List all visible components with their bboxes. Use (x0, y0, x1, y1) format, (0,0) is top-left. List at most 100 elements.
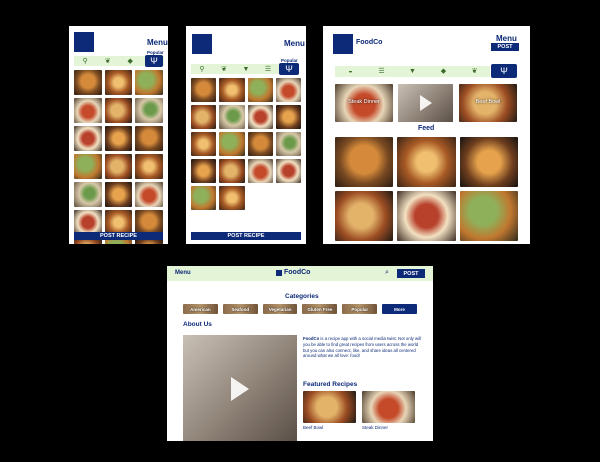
recipe-tile[interactable] (74, 182, 102, 207)
phone-mockup: Menu Popular ⚲ ❦ ◆ ▼ Ψ POST RECIPE (69, 26, 168, 244)
recipe-tile[interactable] (135, 98, 163, 123)
recipe-tile[interactable] (135, 126, 163, 151)
utensils-icon[interactable]: Ψ (279, 63, 299, 75)
category-bar: ⚲ ❦ ▼ ☰ (191, 64, 279, 74)
recipe-grid (74, 70, 163, 244)
recipe-tile[interactable] (135, 70, 163, 95)
recipe-tile[interactable] (104, 182, 133, 207)
about-video[interactable] (183, 335, 297, 441)
feed-tile[interactable] (397, 191, 456, 241)
recipe-tile[interactable] (219, 105, 245, 129)
category-chip[interactable]: Seafood (222, 304, 258, 314)
recipe-tile[interactable] (104, 126, 133, 151)
recipe-tile[interactable] (275, 159, 301, 183)
featured-label: Beef Bowl (303, 425, 324, 430)
about-body: is a recipe app with a social media twis… (303, 336, 421, 359)
featured-beef-bowl[interactable] (303, 391, 356, 423)
recipe-tile[interactable] (104, 70, 133, 95)
featured-label: Beef Bowl (475, 99, 501, 105)
post-button[interactable]: POST (397, 269, 425, 278)
video-thumbnail[interactable] (398, 84, 453, 122)
recipe-tile[interactable] (247, 78, 273, 102)
menu-button[interactable]: Menu (284, 39, 305, 48)
category-chip[interactable]: Vegetarian (262, 304, 298, 314)
recipe-tile[interactable] (275, 105, 301, 129)
feed-title: Feed (418, 125, 435, 132)
menu-button[interactable]: Menu (175, 270, 191, 276)
search-icon[interactable]: ⌕ (385, 269, 389, 277)
recipe-tile[interactable] (219, 132, 245, 156)
menu-button[interactable]: Menu (496, 34, 517, 43)
fish-icon[interactable]: ◆ (439, 67, 448, 76)
featured-steak-dinner[interactable] (362, 391, 415, 423)
recipe-tile[interactable] (219, 159, 245, 183)
play-icon[interactable] (231, 377, 249, 401)
more-button[interactable]: More (382, 304, 417, 314)
logo[interactable] (74, 32, 94, 52)
bike-icon[interactable]: ⚲ (198, 65, 207, 74)
brand-name: FoodCo (284, 269, 311, 276)
recipe-tile[interactable] (275, 78, 301, 102)
recipe-tile[interactable] (104, 154, 133, 179)
leaf-icon[interactable]: ❦ (470, 67, 479, 76)
feed-tile[interactable] (335, 137, 394, 187)
utensils-icon[interactable]: Ψ (145, 55, 163, 67)
burger-icon[interactable]: ☰ (377, 67, 386, 76)
play-icon[interactable] (420, 95, 432, 111)
brand-name: FoodCo (356, 39, 383, 46)
recipe-tile[interactable] (247, 105, 273, 129)
recipe-tile[interactable] (135, 154, 163, 179)
about-text: FoodCo is a recipe app with a social med… (303, 336, 421, 359)
category-chip[interactable]: Gluten Free (302, 304, 338, 314)
carrot-icon[interactable]: ▼ (408, 67, 417, 76)
recipe-tile[interactable] (247, 132, 273, 156)
logo[interactable] (333, 34, 353, 54)
recipe-tile[interactable] (219, 186, 245, 210)
bike-icon[interactable]: ⚲ (81, 57, 90, 66)
post-recipe-button[interactable]: POST RECIPE (191, 232, 301, 240)
recipe-tile[interactable] (219, 78, 245, 102)
recipe-grid (191, 78, 301, 213)
desktop-mockup: Menu FoodCo ⌕ POST Categories American S… (167, 266, 433, 441)
category-chip[interactable]: American (183, 304, 218, 314)
feed-tile[interactable] (335, 191, 394, 241)
recipe-tile[interactable] (74, 154, 102, 179)
feed-tile[interactable] (397, 137, 456, 187)
about-brand: FoodCo (303, 336, 320, 341)
recipe-tile[interactable] (191, 132, 217, 156)
post-button[interactable]: POST (491, 43, 519, 51)
recipe-tile[interactable] (247, 159, 273, 183)
logo[interactable] (276, 270, 282, 276)
recipe-tile[interactable] (275, 132, 301, 156)
feed-tile[interactable] (459, 191, 518, 241)
leaf-icon[interactable]: ❦ (220, 65, 229, 74)
carrot-icon[interactable]: ▼ (242, 65, 251, 74)
logo[interactable] (192, 34, 212, 54)
recipe-tile[interactable] (191, 159, 217, 183)
feed-tile[interactable] (459, 137, 518, 187)
leaf-icon[interactable]: ❦ (103, 57, 112, 66)
recipe-tile[interactable] (104, 98, 133, 123)
tablet-medium-mockup: Menu Popular ⚲ ❦ ▼ ☰ Ψ POST RECIPE (186, 26, 306, 244)
recipe-tile[interactable] (74, 126, 102, 151)
recipe-tile[interactable] (74, 70, 102, 95)
recipe-tile[interactable] (135, 182, 163, 207)
bowl-icon[interactable]: ◒ (346, 67, 355, 76)
featured-label: Steak Dinner (348, 99, 380, 105)
category-row: American Seafood Vegetarian Gluten Free … (183, 304, 417, 314)
recipe-tile[interactable] (191, 186, 217, 210)
menu-button[interactable]: Menu (147, 38, 168, 47)
featured-title: Featured Recipes (303, 381, 358, 388)
featured-label: Steak Dinner (362, 425, 389, 430)
recipe-tile[interactable] (74, 98, 102, 123)
utensils-icon[interactable]: Ψ (491, 64, 517, 78)
recipe-tile[interactable] (191, 105, 217, 129)
burger-icon[interactable]: ☰ (264, 65, 273, 74)
feed-grid (335, 137, 518, 241)
recipe-tile[interactable] (191, 78, 217, 102)
post-recipe-button[interactable]: POST RECIPE (74, 232, 163, 240)
category-bar: ◒ ☰ ▼ ◆ ❦ (335, 66, 490, 77)
fish-icon[interactable]: ◆ (126, 57, 135, 66)
about-title: About Us (183, 321, 212, 328)
category-chip[interactable]: Popular (342, 304, 378, 314)
